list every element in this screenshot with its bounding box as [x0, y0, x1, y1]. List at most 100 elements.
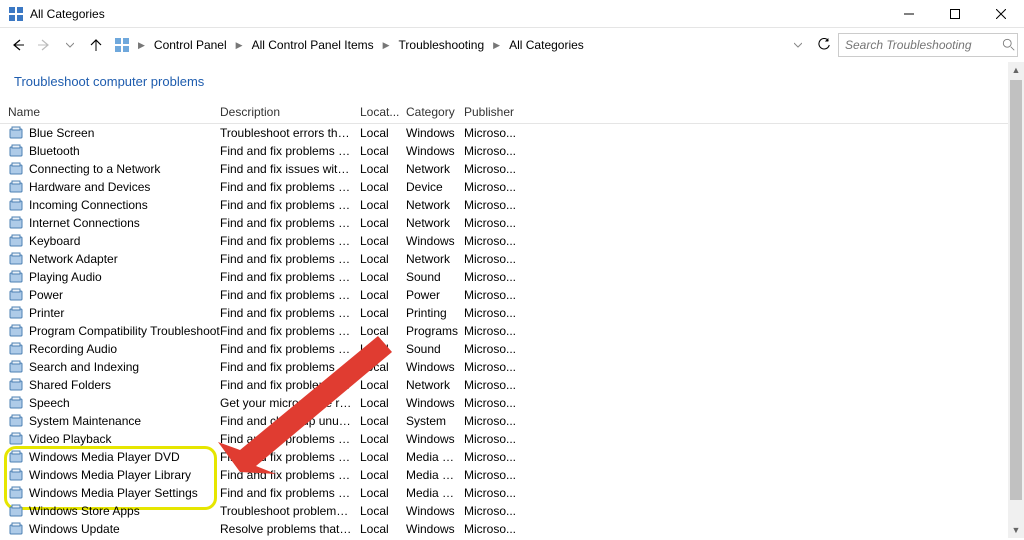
up-button[interactable]	[84, 33, 108, 57]
item-location: Local	[360, 432, 406, 446]
list-item[interactable]: Video PlaybackFind and fix problems play…	[0, 430, 1024, 448]
item-category: Windows	[406, 504, 464, 518]
refresh-button[interactable]	[812, 33, 836, 57]
breadcrumb-item[interactable]: Control Panel	[151, 36, 230, 54]
minimize-button[interactable]	[886, 0, 932, 28]
item-name: Network Adapter	[29, 252, 118, 266]
item-location: Local	[360, 468, 406, 482]
maximize-button[interactable]	[932, 0, 978, 28]
item-location: Local	[360, 414, 406, 428]
list-item[interactable]: Windows Store AppsTroubleshoot problems …	[0, 502, 1024, 520]
item-location: Local	[360, 198, 406, 212]
list-item[interactable]: Windows Media Player DVDFind and fix pro…	[0, 448, 1024, 466]
item-name: Windows Store Apps	[29, 504, 140, 518]
item-description: Find and fix problems with...	[220, 252, 360, 266]
list-item[interactable]: System MaintenanceFind and clean up unus…	[0, 412, 1024, 430]
column-header-publisher[interactable]: Publisher	[464, 105, 524, 119]
scrollbar-up-button[interactable]: ▲	[1008, 62, 1024, 78]
item-category: Media P...	[406, 450, 464, 464]
app-icon	[8, 6, 24, 22]
item-description: Find and fix problems with...	[220, 324, 360, 338]
list-item[interactable]: Shared FoldersFind and fix problems with…	[0, 376, 1024, 394]
item-publisher: Microso...	[464, 216, 524, 230]
chevron-right-icon: ▶	[134, 40, 149, 51]
search-input[interactable]	[845, 38, 1002, 52]
breadcrumb-item[interactable]: Troubleshooting	[396, 36, 488, 54]
item-name: Windows Media Player Library	[29, 468, 191, 482]
address-dropdown-button[interactable]	[786, 33, 810, 57]
column-header-location[interactable]: Locat...	[360, 105, 406, 119]
breadcrumb-item[interactable]: All Categories	[506, 36, 587, 54]
list-item[interactable]: Program Compatibility TroubleshooterFind…	[0, 322, 1024, 340]
recent-locations-button[interactable]	[58, 33, 82, 57]
item-description: Find and fix problems with...	[220, 450, 360, 464]
item-publisher: Microso...	[464, 324, 524, 338]
item-category: Network	[406, 198, 464, 212]
item-category: Windows	[406, 360, 464, 374]
troubleshooter-icon	[8, 269, 24, 285]
content-area: Troubleshoot computer problems Name Desc…	[0, 62, 1024, 540]
item-description: Find and fix problems with...	[220, 144, 360, 158]
item-name: Bluetooth	[29, 144, 80, 158]
item-description: Find and fix problems with...	[220, 468, 360, 482]
list-item[interactable]: Windows Media Player SettingsFind and fi…	[0, 484, 1024, 502]
list-item[interactable]: Network Adapter Find and fix problems wit…	[0, 250, 1024, 268]
search-box[interactable]	[838, 33, 1018, 57]
item-publisher: Microso...	[464, 270, 524, 284]
troubleshooter-icon	[8, 215, 24, 231]
close-button[interactable]	[978, 0, 1024, 28]
troubleshooter-icon	[8, 341, 24, 357]
item-location: Local	[360, 216, 406, 230]
item-name: Playing Audio	[29, 270, 102, 284]
item-location: Local	[360, 396, 406, 410]
troubleshooter-icon	[8, 467, 24, 483]
item-description: Find and fix problems with...	[220, 306, 360, 320]
list-item[interactable]: Windows UpdateResolve problems that pre.…	[0, 520, 1024, 538]
item-name: Search and Indexing	[29, 360, 139, 374]
item-publisher: Microso...	[464, 252, 524, 266]
back-button[interactable]	[6, 33, 30, 57]
list-item[interactable]: Blue ScreenTroubleshoot errors that c...…	[0, 124, 1024, 142]
list-item[interactable]: Incoming ConnectionsFind and fix problem…	[0, 196, 1024, 214]
list-item[interactable]: SpeechGet your microphone read...LocalWi…	[0, 394, 1024, 412]
item-publisher: Microso...	[464, 378, 524, 392]
item-location: Local	[360, 360, 406, 374]
list-header[interactable]: Name Description Locat... Category Publi…	[0, 101, 1024, 124]
list-item[interactable]: Internet ConnectionsFind and fix problem…	[0, 214, 1024, 232]
list-item[interactable]: Search and IndexingFind and fix problems…	[0, 358, 1024, 376]
column-header-name[interactable]: Name	[8, 105, 220, 119]
list-item[interactable]: KeyboardFind and fix problems with...Loc…	[0, 232, 1024, 250]
search-icon[interactable]	[1002, 38, 1016, 52]
list-item[interactable]: Windows Media Player Library Find and fix…	[0, 466, 1024, 484]
list-item[interactable]: Playing Audio Find and fix problems with.…	[0, 268, 1024, 286]
troubleshooter-icon	[8, 251, 24, 267]
item-description: Find and fix problems with...	[220, 234, 360, 248]
breadcrumb-item[interactable]: All Control Panel Items	[249, 36, 377, 54]
item-name: Windows Update	[29, 522, 120, 536]
list-item[interactable]: PowerFind and fix problems with...LocalP…	[0, 286, 1024, 304]
control-panel-icon	[114, 37, 130, 53]
troubleshooter-icon	[8, 233, 24, 249]
troubleshooter-icon	[8, 413, 24, 429]
column-header-description[interactable]: Description	[220, 105, 360, 119]
item-location: Local	[360, 450, 406, 464]
item-name: Connecting to a Network	[29, 162, 160, 176]
forward-button[interactable]	[32, 33, 56, 57]
troubleshooter-icon	[8, 503, 24, 519]
list-item[interactable]: BluetoothFind and fix problems with...Lo…	[0, 142, 1024, 160]
list-item[interactable]: Recording AudioFind and fix problems wit…	[0, 340, 1024, 358]
troubleshooter-icon	[8, 449, 24, 465]
list-item[interactable]: Connecting to a NetworkFind and fix issu…	[0, 160, 1024, 178]
item-location: Local	[360, 522, 406, 536]
list-item[interactable]: Hardware and DevicesFind and fix problem…	[0, 178, 1024, 196]
item-description: Find and fix problems with...	[220, 288, 360, 302]
column-header-category[interactable]: Category	[406, 105, 464, 119]
chevron-right-icon: ▶	[489, 40, 504, 51]
list-body[interactable]: Blue ScreenTroubleshoot errors that c...…	[0, 124, 1024, 540]
list-item[interactable]: PrinterFind and fix problems with...Loca…	[0, 304, 1024, 322]
item-description: Find and fix problems with...	[220, 270, 360, 284]
page-heading: Troubleshoot computer problems	[0, 62, 1024, 101]
item-publisher: Microso...	[464, 198, 524, 212]
item-name: Shared Folders	[29, 378, 111, 392]
item-location: Local	[360, 126, 406, 140]
